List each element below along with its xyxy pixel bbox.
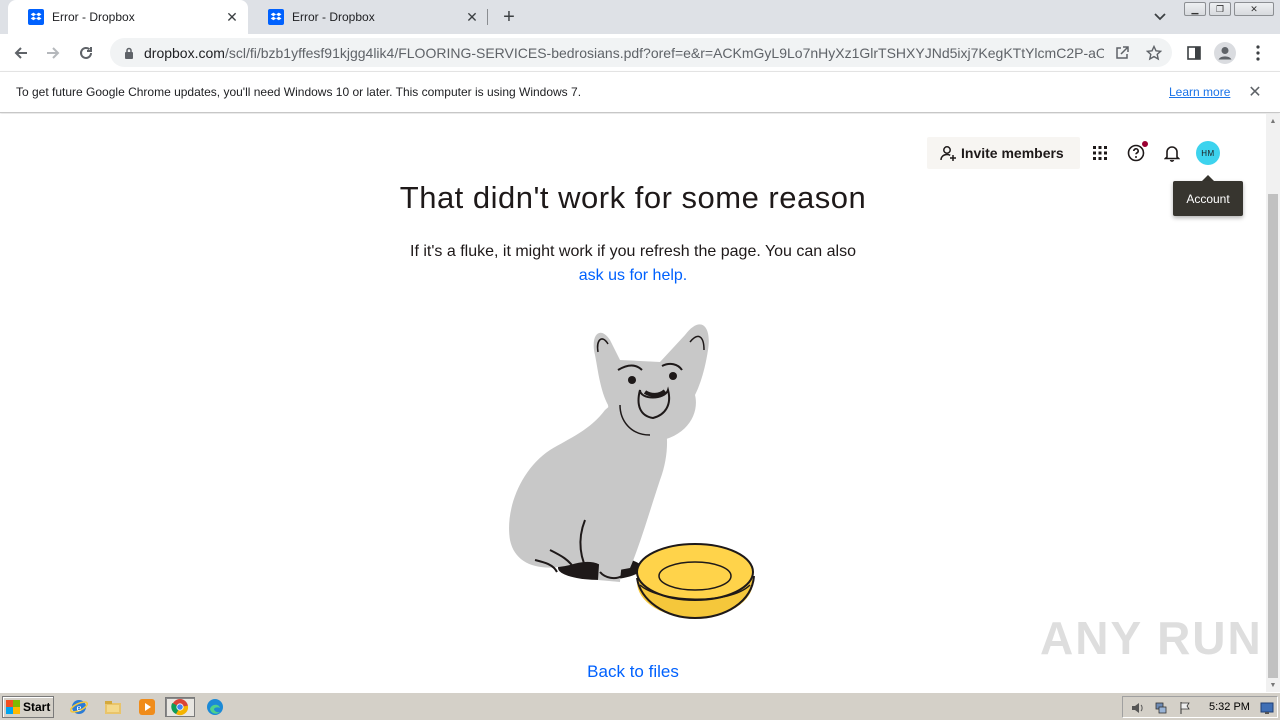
anyrun-watermark: ANY RUN bbox=[1040, 612, 1263, 664]
tab-title: Error - Dropbox bbox=[52, 10, 135, 24]
error-heading: That didn't work for some reason bbox=[399, 180, 867, 215]
new-tab-button[interactable]: + bbox=[497, 6, 521, 28]
profile-icon bbox=[1214, 42, 1236, 64]
close-window-button[interactable]: ✕ bbox=[1234, 2, 1274, 16]
scroll-down-arrow-icon[interactable]: ▼ bbox=[1266, 678, 1280, 692]
close-infobar-icon[interactable]: ✕ bbox=[1246, 83, 1264, 101]
start-label: Start bbox=[23, 700, 51, 714]
reload-icon bbox=[80, 46, 92, 59]
tab-error-dropbox-1[interactable]: Error - Dropbox ✕ bbox=[8, 0, 248, 34]
add-person-icon bbox=[939, 144, 957, 162]
url-text: dropbox.com/scl/fi/bzb1yffesf91kjgg4lik4… bbox=[144, 45, 1104, 61]
taskbar-clock: 5:32 PM bbox=[1209, 701, 1250, 713]
speaker-icon[interactable] bbox=[1129, 700, 1145, 716]
learn-more-link[interactable]: Learn more bbox=[1169, 85, 1230, 99]
close-tab-icon[interactable]: ✕ bbox=[462, 7, 482, 27]
chrome-icon[interactable] bbox=[165, 697, 195, 717]
app-grid-icon[interactable] bbox=[1090, 143, 1110, 163]
show-desktop-icon[interactable] bbox=[1259, 700, 1275, 716]
account-avatar[interactable]: HM bbox=[1196, 141, 1220, 165]
dropbox-favicon-icon bbox=[28, 9, 44, 25]
windows-taskbar: Start e 5:32 PM bbox=[0, 692, 1280, 720]
profile-button[interactable] bbox=[1212, 40, 1238, 66]
notification-dot bbox=[1142, 141, 1148, 147]
error-subtext: If it's a fluke, it might work if you re… bbox=[0, 240, 1266, 288]
scroll-thumb[interactable] bbox=[1268, 194, 1278, 678]
reload-button[interactable] bbox=[73, 40, 99, 66]
side-panel-button[interactable] bbox=[1181, 40, 1207, 66]
close-tab-icon[interactable]: ✕ bbox=[222, 7, 242, 27]
url-path: /scl/fi/bzb1yffesf91kjgg4lik4/FLOORING-S… bbox=[224, 44, 1104, 61]
dropbox-error-page: Invite members HM Account That didn't wo… bbox=[0, 114, 1266, 692]
action-center-flag-icon[interactable] bbox=[1177, 700, 1193, 716]
scroll-up-arrow-icon[interactable]: ▲ bbox=[1266, 114, 1280, 128]
media-player-icon[interactable] bbox=[136, 697, 158, 717]
bell-icon[interactable] bbox=[1162, 143, 1182, 163]
invite-members-label: Invite members bbox=[961, 145, 1064, 161]
bookmark-star-icon[interactable] bbox=[1145, 44, 1163, 62]
ask-for-help-link[interactable]: ask us for help. bbox=[579, 267, 688, 284]
minimize-button[interactable]: ▁ bbox=[1184, 2, 1206, 16]
invite-members-button[interactable]: Invite members bbox=[927, 137, 1080, 169]
tab-title: Error - Dropbox bbox=[292, 10, 375, 24]
side-panel-icon bbox=[1187, 46, 1201, 60]
start-button[interactable]: Start bbox=[2, 696, 54, 718]
forward-arrow-icon bbox=[47, 47, 60, 59]
edge-icon[interactable] bbox=[204, 697, 226, 717]
sad-dog-illustration bbox=[509, 324, 755, 620]
forward-button[interactable] bbox=[40, 40, 66, 66]
ie-icon[interactable]: e bbox=[68, 697, 90, 717]
share-icon[interactable] bbox=[1113, 44, 1131, 62]
system-tray: 5:32 PM bbox=[1122, 696, 1278, 718]
tab-separator bbox=[487, 9, 488, 25]
explorer-icon[interactable] bbox=[102, 697, 124, 717]
tab-strip: Error - Dropbox ✕ Error - Dropbox ✕ + ▁ … bbox=[0, 0, 1280, 34]
page-scrollbar[interactable]: ▲ ▼ bbox=[1266, 114, 1280, 692]
tab-error-dropbox-2[interactable]: Error - Dropbox ✕ bbox=[248, 0, 488, 34]
lock-icon[interactable] bbox=[122, 46, 136, 60]
browser-toolbar: dropbox.com/scl/fi/bzb1yffesf91kjgg4lik4… bbox=[0, 34, 1280, 71]
chrome-menu-button[interactable] bbox=[1245, 40, 1271, 66]
error-subtext-body: If it's a fluke, it might work if you re… bbox=[410, 243, 856, 260]
network-icon[interactable] bbox=[1153, 700, 1169, 716]
url-host: dropbox.com bbox=[144, 44, 225, 61]
update-infobar: To get future Google Chrome updates, you… bbox=[0, 71, 1280, 113]
windows-logo-icon bbox=[6, 700, 20, 714]
dropbox-favicon-icon bbox=[268, 9, 284, 25]
restore-button[interactable]: ❐ bbox=[1209, 2, 1231, 16]
back-arrow-icon bbox=[14, 47, 27, 59]
infobar-message: To get future Google Chrome updates, you… bbox=[16, 85, 582, 99]
address-bar[interactable]: dropbox.com/scl/fi/bzb1yffesf91kjgg4lik4… bbox=[110, 38, 1172, 67]
tab-search-chevron-icon[interactable] bbox=[1150, 8, 1170, 26]
more-vertical-icon bbox=[1256, 45, 1260, 61]
svg-text:e: e bbox=[77, 702, 82, 714]
back-button[interactable] bbox=[8, 40, 34, 66]
back-to-files-link[interactable]: Back to files bbox=[0, 662, 1266, 682]
